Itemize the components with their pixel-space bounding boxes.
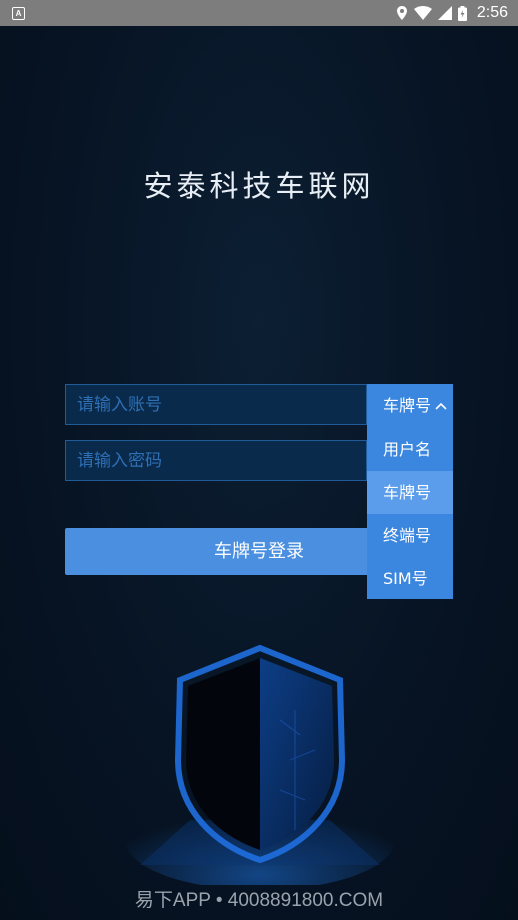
wifi-icon <box>413 6 432 20</box>
account-input[interactable]: 请输入账号 <box>65 384 367 425</box>
dropdown-selected[interactable]: 车牌号 <box>367 384 453 428</box>
dropdown-option-sim[interactable]: SIM号 <box>367 557 453 600</box>
shield-icon <box>120 640 400 890</box>
dropdown-selected-label: 车牌号 <box>383 396 432 415</box>
dropdown-option-terminal[interactable]: 终端号 <box>367 514 453 557</box>
chevron-up-icon <box>435 402 447 410</box>
cell-signal-icon <box>437 6 452 20</box>
dropdown-option-username[interactable]: 用户名 <box>367 428 453 471</box>
app-notification-icon: A <box>12 6 25 20</box>
status-time: 2:56 <box>476 4 508 21</box>
location-icon <box>396 6 407 20</box>
battery-icon <box>457 5 467 21</box>
app-title: 安泰科技车联网 <box>143 169 375 203</box>
footer-watermark: 易下APP • 4008891800.COM <box>134 890 384 911</box>
dropdown-option-plate[interactable]: 车牌号 <box>367 471 453 514</box>
login-type-dropdown[interactable]: 车牌号 用户名 车牌号 终端号 SIM号 <box>367 384 453 599</box>
password-input[interactable]: 请输入密码 <box>65 440 367 481</box>
status-bar: A 2:56 <box>0 0 518 26</box>
